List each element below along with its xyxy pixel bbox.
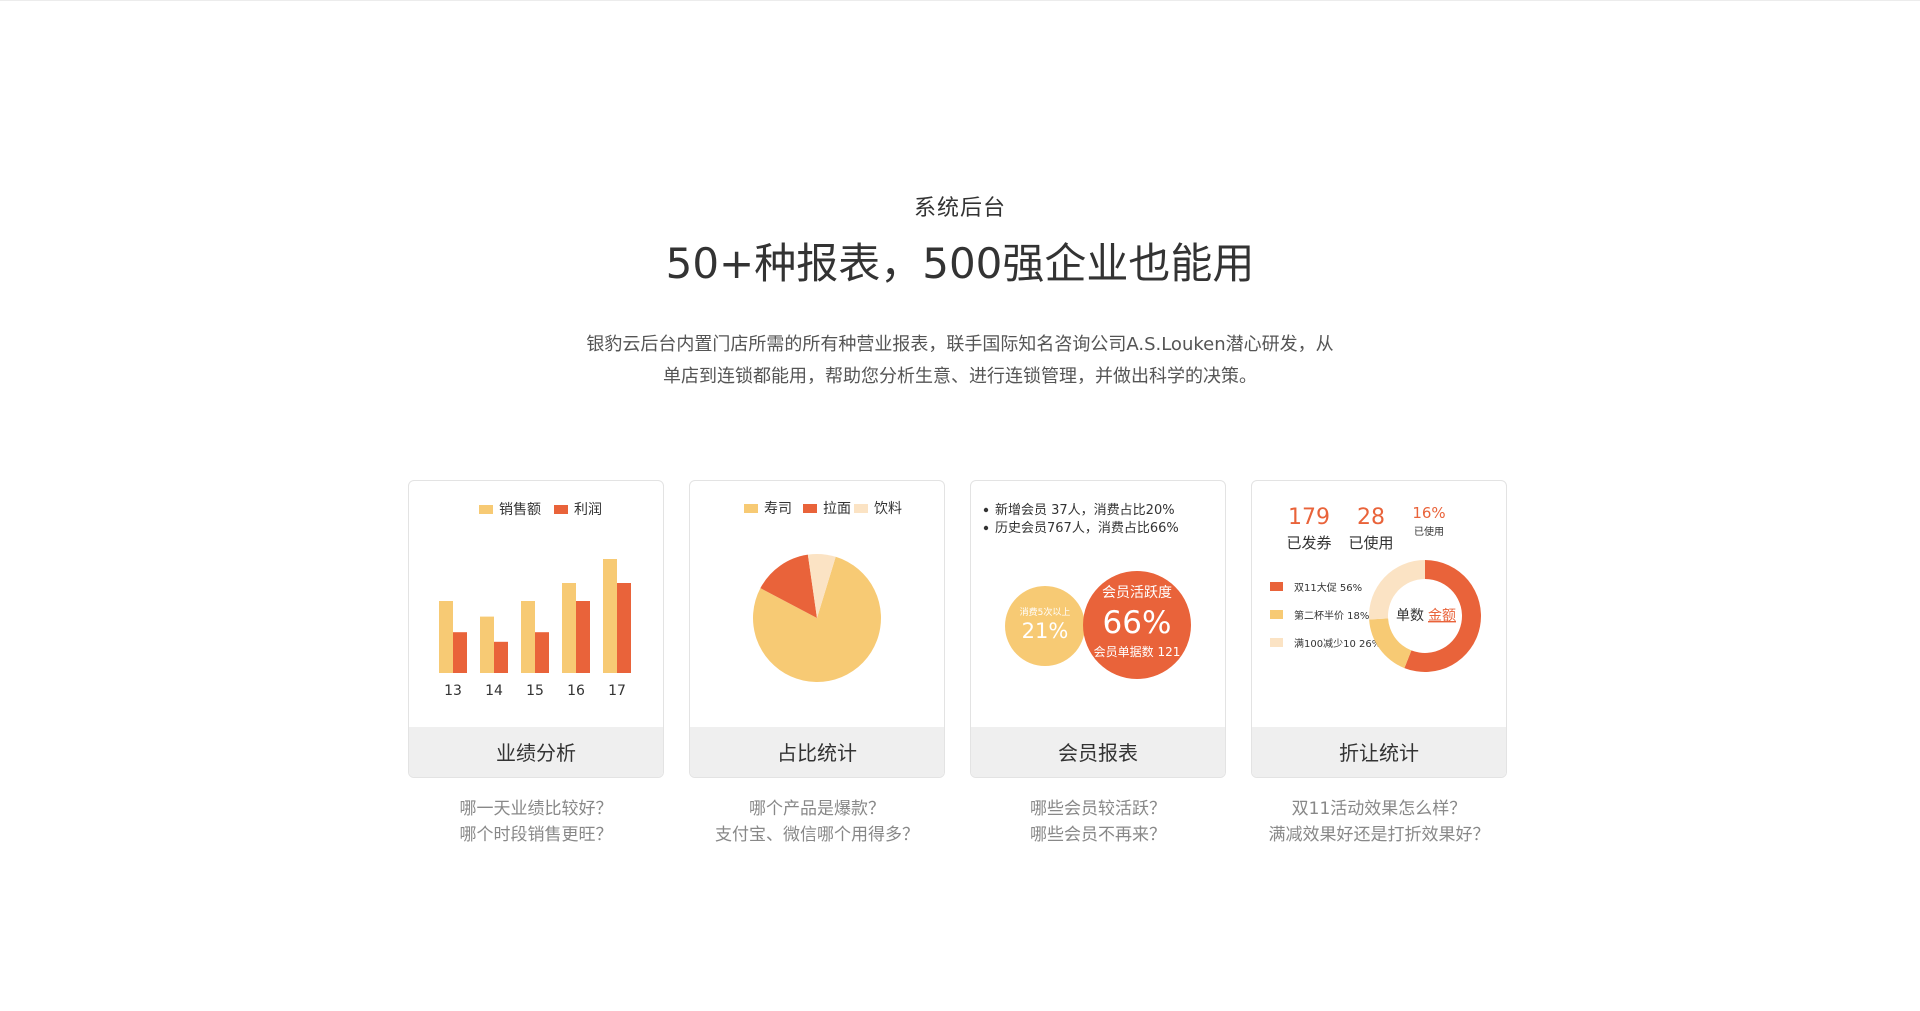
x-tick-label: 17 [608,683,626,699]
legend-label: 拉面 [823,501,851,517]
section-title: 50+种报表，500强企业也能用 [665,239,1255,288]
stat-issued-value: 179 [1288,505,1330,530]
stat-used-label: 已使用 [1348,534,1393,552]
pie-chart: 寿司 拉面 饮料 [744,500,902,682]
legend-swatch [1270,610,1283,619]
x-tick-label: 16 [567,683,585,699]
bar [562,583,576,673]
bubble-big-value: 66% [1103,605,1172,641]
card-performance[interactable]: 销售额 利润 13 14 15 16 17 业绩分析 [408,480,664,778]
x-tick-label: 15 [526,683,544,699]
legend-label: 销售额 [499,502,541,518]
bar [576,601,590,673]
card-ratio-questions: 哪个产品是爆款？ 支付宝、微信哪个用得多？ [689,796,945,848]
question-line: 哪个时段销售更旺？ [459,825,613,845]
description-line-2: 单店到连锁都能用，帮助您分析生意、进行连锁管理，并做出科学的决策。 [663,366,1257,387]
bar [617,583,631,673]
bubble-small-caption: 消费5次以上 [1020,606,1071,618]
bullet-dot [983,525,989,531]
donut-center-link[interactable]: 金额 [1428,608,1456,624]
question-line: 哪个产品是爆款？ [749,799,885,819]
bar [521,601,535,673]
top-divider [0,0,1920,1]
question-line: 哪些会员不再来？ [1030,825,1166,845]
question-line: 哪些会员较活跃？ [1030,799,1166,819]
card-ratio-label: 占比统计 [690,727,944,777]
card-performance-questions: 哪一天业绩比较好？ 哪个时段销售更旺？ [408,796,664,848]
question-line: 满减效果好还是打折效果好？ [1268,825,1490,845]
legend-label: 饮料 [874,501,902,517]
stat-rate-label: 已使用 [1414,525,1444,538]
report-cards: 销售额 利润 13 14 15 16 17 业绩分析 寿司 拉面 饮料 占比统计 新增会员 37… [408,480,1508,845]
bullet-dot [983,507,989,513]
x-tick-label: 14 [485,683,503,699]
question-line: 哪一天业绩比较好？ [459,799,613,819]
question-line: 支付宝、微信哪个用得多？ [715,825,919,845]
bubble-big-sub: 会员单据数 121 [1094,644,1181,659]
card-discount[interactable]: 179 已发券 28 已使用 16% 已使用 双11大促 56% 第二杯半价 18… [1251,480,1507,778]
bar [494,641,508,673]
card-member[interactable]: 新增会员 37人，消费占比20% 历史会员767人，消费占比66% 消费5次以上… [970,480,1226,778]
legend-label: 双11大促 56% [1294,581,1362,594]
stat-rate-value: 16% [1412,504,1445,522]
bar [603,559,617,673]
card-member-label: 会员报表 [971,727,1225,777]
card-discount-label: 折让统计 [1252,727,1506,777]
card-ratio[interactable]: 寿司 拉面 饮料 占比统计 [689,480,945,778]
legend-label: 满100减少10 26% [1294,638,1381,650]
bar [480,616,494,673]
legend-swatch [803,504,817,513]
legend-label: 第二杯半价 18% [1294,609,1369,622]
bar [453,632,467,673]
card-discount-questions: 双11活动效果怎么样？ 满减效果好还是打折效果好？ [1251,796,1507,848]
card-discount-visual: 179 已发券 28 已使用 16% 已使用 双11大促 56% 第二杯半价 18… [1252,481,1506,727]
question-line: 双11活动效果怎么样？ [1291,799,1467,819]
legend-swatch [554,505,568,514]
legend-swatch [1270,582,1283,591]
legend-swatch [1270,638,1283,647]
card-performance-visual: 销售额 利润 13 14 15 16 17 [409,481,663,727]
legend-label: 利润 [574,502,602,518]
donut-chart: 179 已发券 28 已使用 16% 已使用 双11大促 56% 第二杯半价 18… [1270,504,1481,672]
bar-chart: 销售额 利润 13 14 15 16 17 [439,502,631,699]
member-item-new: 新增会员 37人，消费占比20% [995,502,1175,518]
stat-used-value: 28 [1357,505,1385,530]
x-tick-label: 13 [444,683,462,699]
legend-label: 寿司 [764,500,792,517]
bar [439,601,453,673]
section-header: 系统后台 50+种报表，500强企业也能用 银豹云后台内置门店所需的所有种营业报… [0,190,1920,393]
bubble-small-value: 21% [1022,619,1069,643]
member-bubble-chart: 新增会员 37人，消费占比20% 历史会员767人，消费占比66% 消费5次以上… [983,502,1191,679]
card-performance-label: 业绩分析 [409,727,663,777]
section-description: 银豹云后台内置门店所需的所有种营业报表，联手国际知名咨询公司A.S.Louken… [550,329,1370,393]
donut-center-label: 单数 [1396,608,1424,624]
card-ratio-visual: 寿司 拉面 饮料 [690,481,944,727]
bubble-big-caption: 会员活跃度 [1102,585,1172,601]
card-member-questions: 哪些会员较活跃？ 哪些会员不再来？ [970,796,1226,848]
description-line-1: 银豹云后台内置门店所需的所有种营业报表，联手国际知名咨询公司A.S.Louken… [586,334,1334,355]
legend-swatch [854,504,868,513]
legend-swatch [744,504,758,513]
bar [535,632,549,673]
legend-swatch [479,505,493,514]
stat-issued-label: 已发券 [1286,534,1331,552]
section-subtitle: 系统后台 [913,196,1006,221]
card-member-visual: 新增会员 37人，消费占比20% 历史会员767人，消费占比66% 消费5次以上… [971,481,1225,727]
member-item-history: 历史会员767人，消费占比66% [995,521,1179,536]
